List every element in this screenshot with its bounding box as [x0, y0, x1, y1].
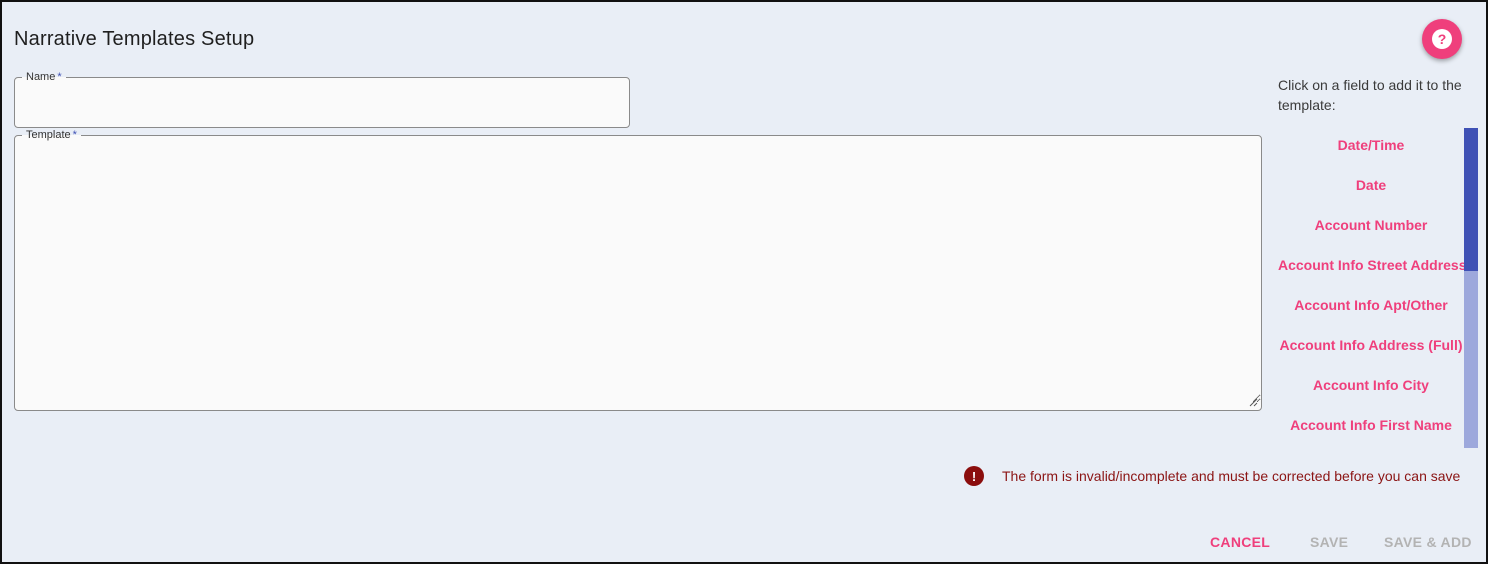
field-item-account-info-apt-other[interactable]: Account Info Apt/Other — [1278, 288, 1464, 328]
field-item-account-number[interactable]: Account Number — [1278, 208, 1464, 248]
field-item-account-info-city[interactable]: Account Info City — [1278, 368, 1464, 408]
svg-text:?: ? — [1438, 31, 1447, 47]
fields-scrollbar[interactable] — [1464, 128, 1478, 448]
field-item-account-info-street-address[interactable]: Account Info Street Address — [1278, 248, 1464, 288]
field-item-account-info-first-name[interactable]: Account Info First Name — [1278, 408, 1464, 448]
template-field: Template * — [14, 130, 1262, 411]
page-title: Narrative Templates Setup — [14, 28, 255, 50]
name-input[interactable] — [15, 83, 629, 123]
template-textarea[interactable] — [15, 141, 1261, 403]
save-and-add-button[interactable]: SAVE & ADD — [1384, 534, 1472, 550]
help-icon: ? — [1431, 28, 1453, 50]
validation-text: The form is invalid/incomplete and must … — [1002, 468, 1461, 484]
field-item-date-time[interactable]: Date/Time — [1278, 128, 1464, 168]
template-label: Template * — [26, 129, 77, 141]
fields-list: Date/Time Date Account Number Account In… — [1278, 128, 1464, 448]
field-item-date[interactable]: Date — [1278, 168, 1464, 208]
error-icon: ! — [964, 466, 984, 486]
fields-scrollbar-thumb[interactable] — [1464, 128, 1478, 271]
help-button[interactable]: ? — [1422, 19, 1462, 59]
name-field: Name * — [14, 72, 630, 128]
name-label: Name * — [26, 71, 62, 83]
validation-message: ! The form is invalid/incomplete and mus… — [964, 466, 1460, 486]
fields-hint: Click on a field to add it to the templa… — [1278, 77, 1462, 113]
cancel-button[interactable]: CANCEL — [1210, 534, 1270, 550]
field-item-account-info-address-full[interactable]: Account Info Address (Full) — [1278, 328, 1464, 368]
dialog: Narrative Templates Setup ? Name * Templa… — [0, 0, 1488, 564]
save-button[interactable]: SAVE — [1310, 534, 1348, 550]
